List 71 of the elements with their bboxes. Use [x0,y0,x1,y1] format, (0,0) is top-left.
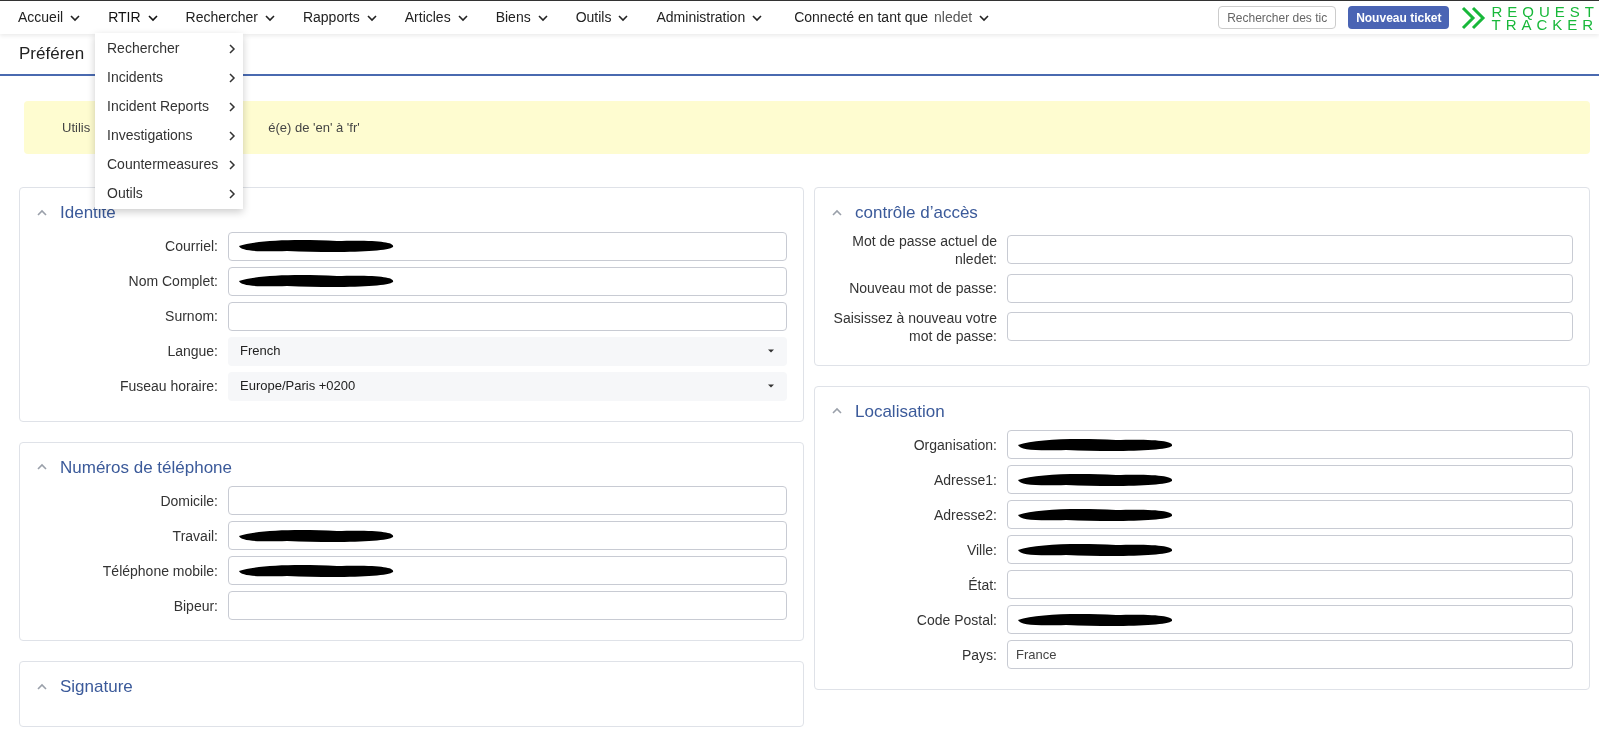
input-field[interactable] [228,231,787,261]
input-field[interactable] [1007,273,1573,303]
field-label: Langue: [166,342,219,360]
field-label: État: [967,575,998,594]
nav-menu-item[interactable]: Outils [575,7,630,28]
field-label: Courriel: [164,237,219,255]
input-field[interactable] [1007,430,1573,459]
search-field[interactable]: Rechercher des tic [1218,6,1337,29]
logo-text: REQUEST [1491,4,1599,18]
page-title: Préféren [19,43,85,66]
dropdown-item[interactable]: Incidents [95,63,243,92]
dropdown-caret-icon [767,347,775,355]
user-menu[interactable]: Connecté en tant que nledet [794,7,991,28]
field-label: Ville: [965,540,998,559]
nav-menu-item[interactable]: Biens [495,7,549,28]
input-field[interactable] [228,266,787,296]
field-label: Adresse2: [932,505,998,524]
field-label: Surnom: [164,307,219,325]
nav-menu-item[interactable]: Accueil [18,7,82,28]
field-label: Travail: [171,526,219,545]
input-field[interactable] [1007,535,1573,564]
field-label: Nouveau mot de passe: [848,279,998,297]
select-field[interactable]: Europe/Paris +0200 [228,371,787,401]
dropdown-caret-icon [767,382,775,390]
nav-menu-item[interactable]: Articles [404,7,469,28]
input-field[interactable] [228,301,787,331]
banner-text: Utilis [62,118,91,137]
field-label: Fuseau horaire: [118,377,219,395]
input-field[interactable] [228,521,787,550]
field-label: Nom Complet: [127,272,219,290]
field-label: Saisissez à nouveau votre mot de passe: [832,308,998,345]
input-field[interactable] [1007,570,1573,599]
nav-menu-item[interactable]: RTIR [108,7,159,28]
input-field[interactable] [228,556,787,585]
input-field[interactable] [1007,500,1573,529]
input-field[interactable] [1007,465,1573,494]
field-label: Téléphone mobile: [101,561,219,580]
field-label: Organisation: [912,435,998,454]
field-label: Domicile: [159,491,219,510]
nav-menu-item[interactable]: Rapports [302,7,378,28]
dropdown-item[interactable]: Countermeasures [95,150,243,179]
section-title: Numéros de téléphone [60,456,232,479]
new-ticket-button[interactable]: Nouveau ticket [1348,6,1450,29]
input-field[interactable] [228,591,787,620]
chevron-right-icon [227,72,237,83]
input-field[interactable] [1007,605,1573,634]
input-field[interactable] [228,486,787,515]
section-title: contrôle d’accès [855,202,978,224]
section-title: Localisation [855,400,945,423]
chevron-right-icon [227,43,237,54]
nav-menu-item[interactable]: Administration [656,7,764,28]
dropdown-item[interactable]: Investigations [95,121,243,150]
section-title: Signature [60,676,133,698]
chevron-right-icon [227,188,237,199]
field-label: Pays: [961,645,998,664]
field-label: Adresse1: [932,470,998,489]
select-field[interactable]: French [228,336,787,366]
field-label: Bipeur: [172,596,219,615]
banner-text: é(e) de 'en' à 'fr' [268,118,360,137]
chevron-right-icon [227,159,237,170]
input-field[interactable] [1007,312,1573,341]
input-field[interactable] [1007,235,1573,264]
logo-chevrons-icon [1461,5,1488,30]
dropdown-item[interactable]: Rechercher [95,34,243,63]
input-field[interactable]: France [1007,640,1573,669]
nav-menu-item[interactable]: Rechercher [185,7,276,28]
field-label: Code Postal: [915,610,998,629]
dropdown-item[interactable]: Incident Reports [95,92,243,121]
field-label: Mot de passe actuel de nledet: [851,231,998,268]
chevron-right-icon [227,130,237,141]
chevron-right-icon [227,101,237,112]
